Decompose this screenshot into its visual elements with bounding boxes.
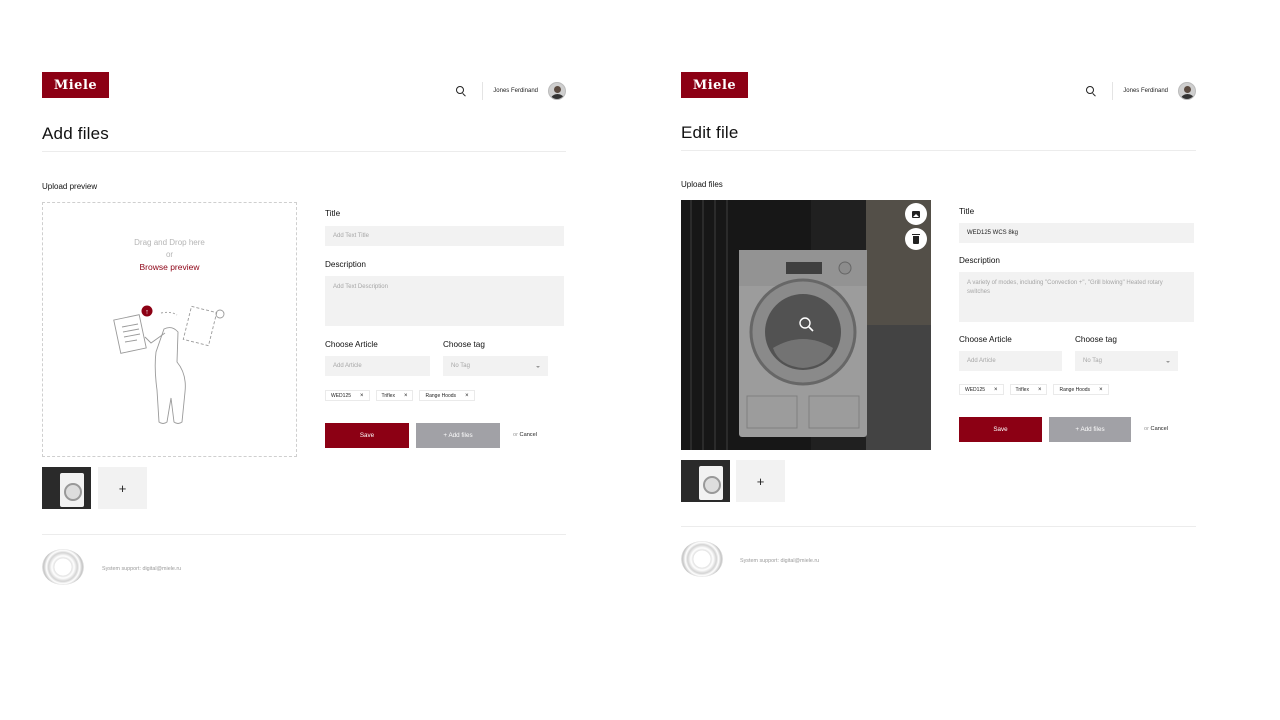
title-divider	[42, 151, 566, 152]
tag-list: WED125 × Triflex × Range Hoods ×	[325, 390, 475, 401]
support-text: System support: digital@miele.ru	[740, 558, 820, 564]
tag-chip: WED125 ×	[325, 390, 370, 401]
title-divider	[681, 150, 1196, 151]
title-label: Title	[325, 209, 341, 218]
user-name[interactable]: Jones Ferdinand	[493, 88, 538, 94]
chevron-down-icon	[536, 366, 540, 368]
choose-tag-label: Choose tag	[443, 340, 485, 349]
footer-seal-logo	[681, 541, 723, 577]
choose-tag-label: Choose tag	[1075, 335, 1117, 344]
dropzone-or: or	[165, 250, 174, 259]
title-input[interactable]: WED125 WCS 8kg	[959, 223, 1194, 243]
svg-text:↑: ↑	[145, 309, 149, 316]
title-input[interactable]: Add Text Title	[325, 226, 564, 246]
article-input[interactable]: Add Article	[959, 351, 1062, 371]
add-thumbnail-button[interactable]: +	[98, 467, 147, 509]
tag-select[interactable]: No Tag	[443, 356, 548, 376]
page-title: Add files	[42, 124, 110, 143]
browse-preview-link[interactable]: Browse preview	[140, 262, 200, 272]
image-icon	[912, 210, 920, 218]
upload-illustration: ↑	[113, 305, 225, 424]
add-files-button[interactable]: + Add files	[416, 423, 500, 448]
cancel-area: or Cancel	[513, 432, 537, 438]
description-label: Description	[325, 260, 366, 269]
tag-select[interactable]: No Tag	[1075, 351, 1178, 371]
save-button[interactable]: Save	[959, 417, 1042, 442]
support-text: System support: digital@miele.ru	[102, 566, 182, 572]
file-thumbnail[interactable]	[42, 467, 91, 509]
cancel-link[interactable]: Cancel	[1151, 426, 1168, 432]
description-textarea[interactable]: Add Text Description	[325, 276, 564, 326]
tag-chip: WED125 ×	[959, 384, 1004, 395]
footer-divider	[681, 526, 1196, 527]
change-image-button[interactable]	[905, 203, 927, 225]
article-input[interactable]: Add Article	[325, 356, 430, 376]
cancel-area: or Cancel	[1144, 426, 1168, 432]
header-divider	[482, 82, 484, 100]
chevron-down-icon	[1166, 361, 1170, 363]
miele-logo[interactable]: Miele	[681, 72, 748, 98]
dropzone-hint: Drag and Drop here	[134, 238, 205, 247]
tag-list: WED125 × Triflex × Range Hoods ×	[959, 384, 1109, 395]
close-icon[interactable]: ×	[1038, 387, 1042, 393]
tag-select-value: No Tag	[1083, 358, 1102, 364]
avatar[interactable]	[548, 82, 566, 100]
header-user-area: Jones Ferdinand	[1086, 82, 1196, 100]
search-icon[interactable]	[456, 86, 466, 96]
close-icon[interactable]: ×	[1099, 387, 1103, 393]
close-icon[interactable]: ×	[404, 393, 408, 399]
upload-preview-label: Upload preview	[42, 182, 98, 191]
description-label: Description	[959, 256, 1000, 265]
title-label: Title	[959, 207, 975, 216]
page-title: Edit file	[681, 123, 739, 142]
washing-machine-photo	[681, 200, 931, 450]
header-user-area: Jones Ferdinand	[456, 82, 566, 100]
or-text: or	[1144, 426, 1149, 432]
close-icon[interactable]: ×	[360, 393, 364, 399]
dropzone[interactable]: Drag and Drop here or Browse preview ↑	[42, 202, 297, 457]
description-textarea[interactable]: A variety of modes, including "Convectio…	[959, 272, 1194, 322]
header-divider	[1112, 82, 1114, 100]
tag-select-value: No Tag	[451, 363, 470, 369]
close-icon[interactable]: ×	[465, 393, 469, 399]
close-icon[interactable]: ×	[994, 387, 998, 393]
tag-chip: Triflex ×	[375, 390, 414, 401]
footer-seal-logo	[42, 549, 84, 585]
search-icon[interactable]	[1086, 86, 1096, 96]
choose-article-label: Choose Article	[959, 335, 1012, 344]
footer-divider	[42, 534, 566, 535]
avatar[interactable]	[1178, 82, 1196, 100]
file-thumbnail[interactable]	[681, 460, 730, 502]
tag-chip: Range Hoods ×	[419, 390, 475, 401]
save-button[interactable]: Save	[325, 423, 409, 448]
upload-files-label: Upload files	[681, 180, 723, 189]
add-thumbnail-button[interactable]: +	[736, 460, 785, 502]
or-text: or	[513, 432, 518, 438]
tag-chip: Triflex ×	[1009, 384, 1048, 395]
delete-image-button[interactable]	[905, 228, 927, 250]
miele-logo[interactable]: Miele	[42, 72, 109, 98]
tag-chip: Range Hoods ×	[1053, 384, 1109, 395]
edit-file-screen: Miele Jones Ferdinand Edit file Upload f…	[681, 0, 1196, 720]
trash-icon	[912, 233, 920, 244]
cancel-link[interactable]: Cancel	[520, 432, 537, 438]
user-name[interactable]: Jones Ferdinand	[1123, 88, 1168, 94]
add-files-button[interactable]: + Add files	[1049, 417, 1131, 442]
choose-article-label: Choose Article	[325, 340, 378, 349]
add-files-screen: Miele Jones Ferdinand Add files Upload p…	[42, 0, 566, 720]
image-preview[interactable]	[681, 200, 931, 450]
